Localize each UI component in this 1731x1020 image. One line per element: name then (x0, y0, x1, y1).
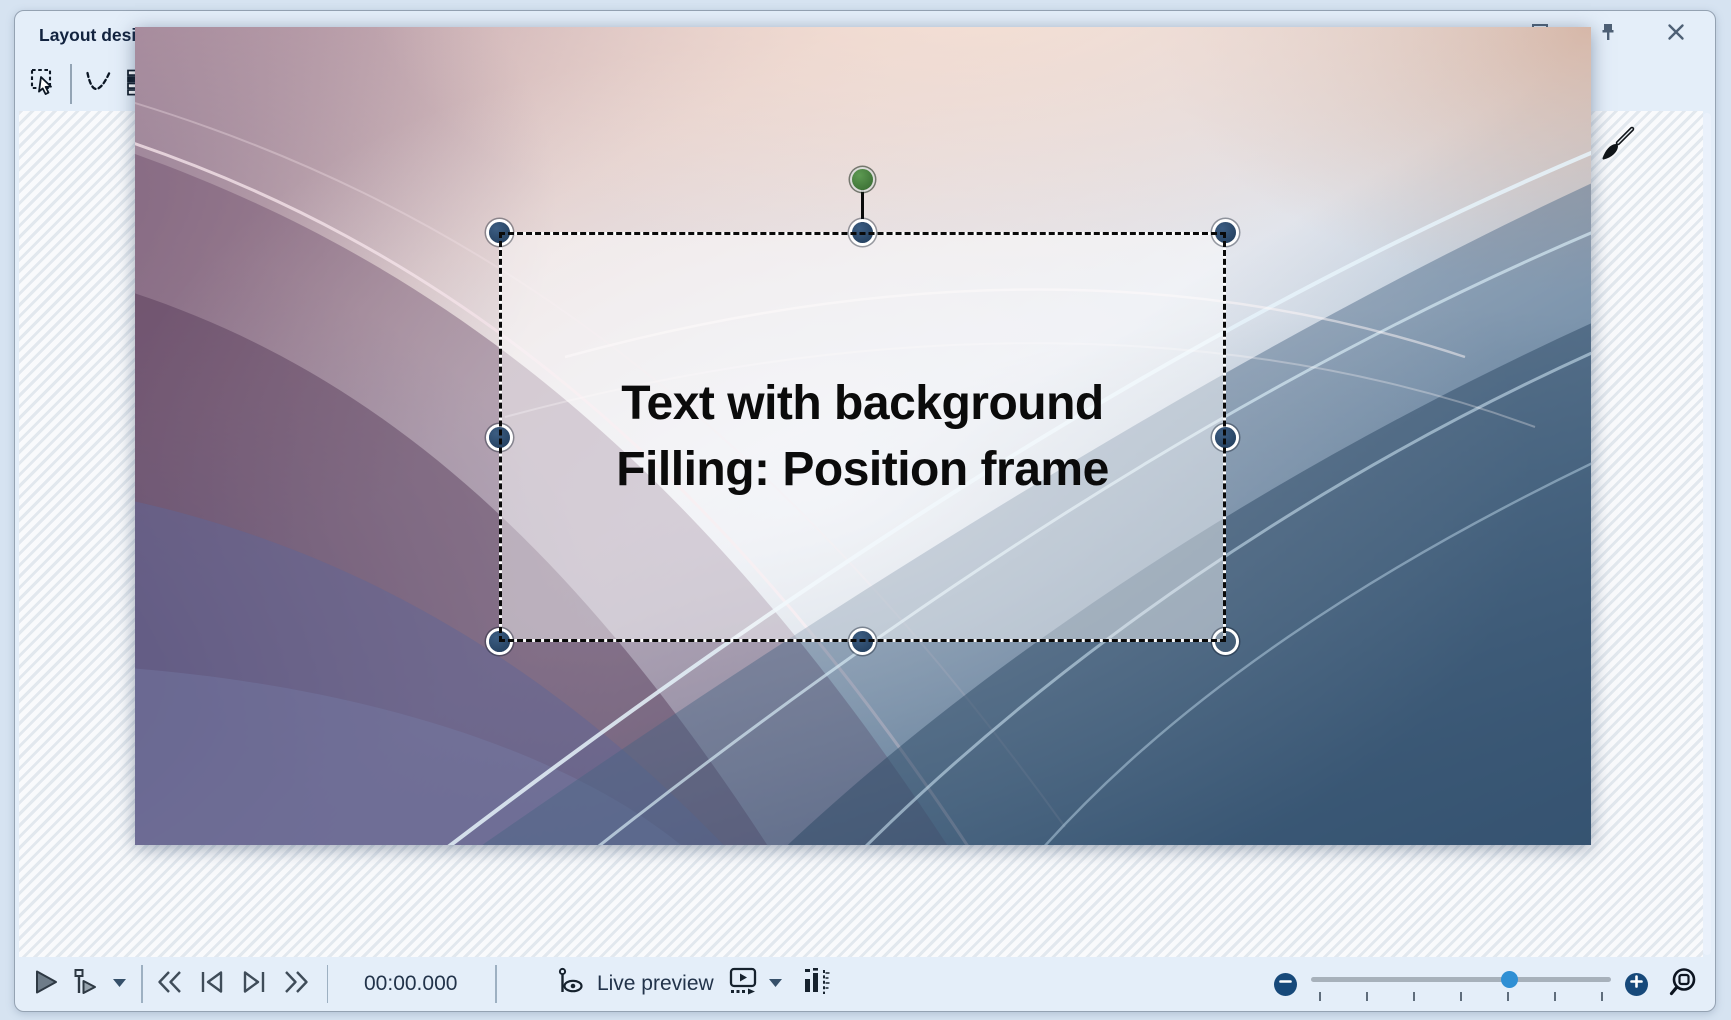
zoom-fit-button[interactable] (1660, 964, 1706, 1004)
minus-circle-icon (1279, 975, 1292, 993)
rewind-button[interactable] (149, 964, 191, 1004)
zoom-in-button[interactable] (1625, 972, 1648, 996)
close-button[interactable] (1665, 23, 1687, 45)
resize-handle-bottom-left[interactable] (489, 631, 510, 652)
fast-forward-icon (281, 968, 311, 1001)
resize-handle-top-right[interactable] (1215, 222, 1236, 243)
resize-handle-mid-right[interactable] (1215, 426, 1236, 448)
text-line-1: Text with background (621, 377, 1104, 430)
skip-end-icon (239, 968, 269, 1001)
rotation-handle[interactable] (852, 169, 873, 190)
skip-start-icon (197, 968, 227, 1001)
play-options-dropdown[interactable] (105, 964, 133, 1004)
pin-button[interactable] (1597, 23, 1619, 45)
brush-cursor-icon (1598, 125, 1638, 171)
dashed-curve-icon (83, 67, 113, 102)
resize-handle-mid-left[interactable] (489, 426, 510, 448)
play-button[interactable] (27, 964, 65, 1004)
text-object-selection[interactable]: Text with background Filling: Position f… (489, 169, 1236, 652)
chevron-down-icon (768, 975, 783, 993)
play-from-mark-button[interactable] (65, 964, 105, 1004)
preview-window-icon (727, 966, 759, 1003)
resize-handle-top-left[interactable] (489, 222, 510, 243)
zoom-control (1274, 957, 1706, 1011)
plus-circle-icon (1630, 975, 1643, 993)
select-cursor-icon (29, 67, 59, 102)
curve-select-tool-button[interactable] (78, 65, 119, 104)
pin-icon (1599, 22, 1617, 47)
zoom-out-button[interactable] (1274, 972, 1297, 996)
play-icon (32, 968, 60, 1001)
bar-separator (495, 965, 497, 1003)
levels-button[interactable] (796, 964, 836, 1004)
text-object-content: Text with background Filling: Position f… (502, 235, 1223, 639)
selection-tool-button[interactable] (23, 65, 64, 104)
resize-handle-bottom-right[interactable] (1215, 631, 1236, 652)
toolbar-separator (70, 64, 72, 104)
resize-handle-bottom-center[interactable] (852, 631, 873, 652)
skip-start-button[interactable] (191, 964, 233, 1004)
pin-eye-icon (557, 967, 587, 1002)
bar-separator (141, 965, 143, 1003)
preview-image: Text with background Filling: Position f… (135, 27, 1591, 845)
zoom-slider-thumb[interactable] (1501, 971, 1518, 988)
right-gutter (1703, 113, 1711, 955)
fast-forward-button[interactable] (275, 964, 317, 1004)
close-icon (1667, 23, 1685, 46)
zoom-slider-track[interactable] (1311, 977, 1611, 982)
preview-options-dropdown[interactable] (762, 964, 790, 1004)
bar-separator (326, 965, 328, 1003)
rewind-icon (155, 968, 185, 1001)
skip-end-button[interactable] (233, 964, 275, 1004)
preview-window-button[interactable] (724, 964, 762, 1004)
chevron-down-icon (112, 975, 127, 993)
playback-bar: 00:00.000 Live preview (15, 957, 1715, 1011)
resize-handle-top-center[interactable] (852, 222, 873, 243)
live-preview-label: Live preview (596, 972, 714, 995)
magnifier-fit-icon (1667, 966, 1699, 1003)
text-line-2: Filling: Position frame (616, 443, 1109, 496)
play-from-mark-icon (70, 967, 100, 1002)
levels-ruler-icon (801, 966, 831, 1003)
playback-time-display: 00:00.000 (364, 972, 458, 995)
zoom-slider[interactable] (1311, 965, 1611, 1003)
live-preview-toggle[interactable] (555, 964, 589, 1004)
layout-designer-window: Layout designer 0 Text with background F… (14, 10, 1716, 1012)
